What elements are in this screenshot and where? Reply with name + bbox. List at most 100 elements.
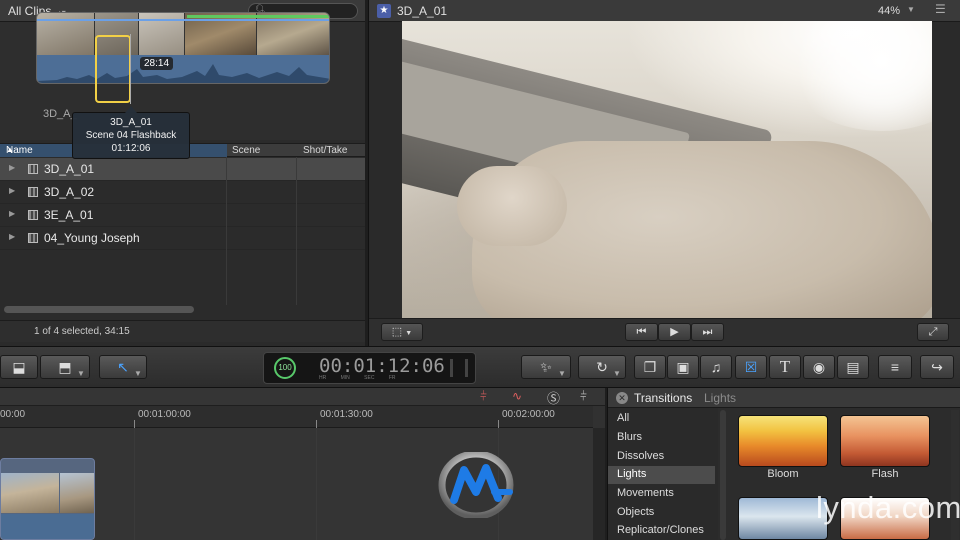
browser-subtitle: Lights [704,391,737,405]
timeline-clip[interactable] [0,458,95,540]
chevron-down-icon: ▼ [613,369,621,378]
disclosure-triangle-icon[interactable]: ▶ [9,209,15,218]
transitions-browser-button[interactable]: ☒ [735,355,767,379]
skimmer[interactable] [130,34,131,104]
snapping-icon[interactable]: ⫩ [580,389,587,404]
column-divider [226,157,227,305]
select-tool-button[interactable]: ↖ ▼ [99,355,147,379]
disclosure-triangle-icon[interactable]: ▶ [9,163,15,172]
favorite-range-bar [187,15,329,18]
effects-icon: ❐ [643,359,657,375]
retime-button[interactable]: ↻ ▼ [578,355,626,379]
audio-meter-icon[interactable] [450,359,468,377]
timecode-units: HR MIN SEC FR [319,375,396,381]
star-icon: ★ [377,4,391,18]
category-scrollbar[interactable] [720,410,726,540]
column-divider [296,157,297,305]
category-item[interactable]: Blurs [608,429,715,447]
film-clip-icon [28,187,38,197]
photo-browser-button[interactable]: ▣ [667,355,699,379]
enhancements-button[interactable]: ✨︎ ▼ [521,355,571,379]
inspector-button[interactable]: ≡ [878,355,912,379]
category-item[interactable]: All [608,410,715,428]
camera-icon: ▣ [676,359,690,375]
browser-title: Transitions [634,391,693,405]
audio-waveform [37,55,329,83]
category-item[interactable]: Dissolves [608,448,715,466]
music-note-icon: ♫ [710,359,722,375]
generators-browser-button[interactable]: ◉ [803,355,835,379]
horizontal-scrollbar[interactable] [4,306,194,313]
skip-back-icon: ⏮︎ [636,326,647,338]
transition-thumbnail[interactable] [738,415,828,467]
close-icon[interactable]: ✕ [616,392,628,404]
transition-thumbnail[interactable] [840,415,930,467]
selection-status: 1 of 4 selected, 34:15 [34,326,130,337]
chevron-down-icon: ▼ [134,369,142,378]
share-button[interactable]: ↪ [920,355,954,379]
video-skimming-icon[interactable]: ⫩ [480,389,487,404]
audio-skimming-icon[interactable]: ∿ [512,389,522,403]
clip-row-name: 3E_A_01 [44,208,94,222]
themes-browser-button[interactable]: ▤ [837,355,869,379]
frame-icon: ⬚ [391,326,403,338]
disclosure-triangle-icon[interactable]: ▶ [9,232,15,241]
clip-tooltip: 3D_A_01 Scene 04 Flashback 01:12:06 [72,106,190,159]
effects-browser-button[interactable]: ❐ [634,355,666,379]
generator-icon: ◉ [812,359,826,375]
expand-icon: ⤢ [928,326,938,338]
timeline-ruler[interactable]: 00:00 00:01:00:00 00:01:30:00 00:02:00:0… [0,406,593,428]
insert-icon: ⬓ [12,359,26,375]
skim-time-badge: 28:14 [140,57,174,70]
disclosure-triangle-icon[interactable]: ▶ [9,186,15,195]
timeline-header: ⫩ ∿ Ⓢ ⫩ [0,388,605,406]
sort-ascending-icon: ▲ [6,145,14,154]
chevron-down-icon[interactable]: ▼ [907,5,915,14]
play-button[interactable]: ▶ [658,323,691,341]
insert-clip-button[interactable]: ⬓ [0,355,38,379]
clip-filmstrip[interactable] [36,12,330,84]
music-browser-button[interactable]: ♫ [700,355,732,379]
fullscreen-button[interactable]: ⤢ [917,323,949,341]
clip-row-name: 3D_A_01 [44,162,95,176]
clip-row[interactable]: ▶ 04_Young Joseph [0,227,365,250]
vertical-scrollbar[interactable] [593,428,605,540]
video-frame [402,21,932,318]
thumb-shape [457,166,567,246]
clip-thumbnail [60,473,94,513]
tooltip-clip-name: 3D_A_01 [110,117,152,128]
clip-row-name: 3D_A_02 [44,185,95,199]
column-header-shot-take[interactable]: Shot/Take [303,145,347,156]
tooltip-scene: Scene 04 Flashback [85,130,177,141]
light-glare [782,21,932,131]
clip-row[interactable]: ▶ 3D_A_01 [0,158,365,181]
chevron-down-icon: ▼ [77,369,85,378]
titles-browser-button[interactable]: T [769,355,801,379]
clip-audio-waveform [1,514,94,539]
keyword-range-bar [37,19,329,21]
clip-row[interactable]: ▶ 3D_A_02 [0,181,365,204]
view-options-button[interactable]: ⬚ ▼ [381,323,423,341]
clip-row-name: 04_Young Joseph [44,231,140,245]
ruler-tick [316,420,317,428]
clip-thumbnail [1,473,59,513]
retime-icon: ↻ [596,359,608,375]
column-header-scene[interactable]: Scene [232,145,260,156]
category-item[interactable]: Replicator/Clones [608,522,715,540]
next-edit-button[interactable]: ⏭︎ [691,323,724,341]
transition-thumbnail[interactable] [738,497,828,540]
append-clip-button[interactable]: ⬒ ▼ [40,355,90,379]
dashboard[interactable]: 100 00:01:12:06 HR MIN SEC FR [263,352,476,384]
zoom-level[interactable]: 44% [878,5,900,17]
tooltip-time: 01:12:06 [111,143,151,154]
clip-row[interactable]: ▶ 3E_A_01 [0,204,365,227]
transitions-header: ✕ Transitions Lights [608,388,960,408]
previous-edit-button[interactable]: ⏮︎ [625,323,658,341]
category-item[interactable]: Lights [608,466,715,484]
category-item[interactable]: Objects [608,504,715,522]
category-item[interactable]: Movements [608,485,715,503]
range-selection[interactable] [95,35,131,103]
solo-icon[interactable]: Ⓢ [547,388,560,407]
background-task-indicator[interactable]: 100 [274,357,296,379]
settings-icon[interactable]: ☰ [935,2,946,16]
